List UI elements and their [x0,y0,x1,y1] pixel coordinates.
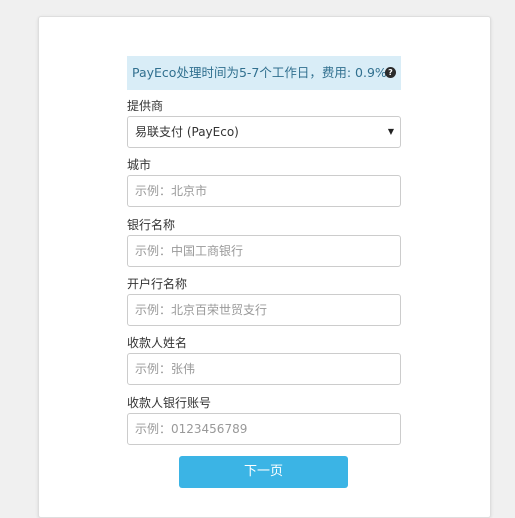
fee-info-text: PayEco处理时间为5-7个工作日，费用: 0.9% [132,65,387,80]
provider-label: 提供商 [127,99,164,113]
question-circle-icon[interactable]: ? [385,67,396,78]
bank-name-input[interactable]: 示例：中国工商银行 [127,235,401,267]
city-label: 城市 [127,158,152,172]
branch-name-input[interactable]: 示例：北京百荣世贸支行 [127,294,401,326]
bank-name-label: 银行名称 [127,218,176,232]
next-page-button[interactable]: 下一页 [179,456,348,488]
provider-selected-value: 易联支付 (PayEco) [135,125,239,139]
payee-account-input[interactable]: 示例：0123456789 [127,413,401,445]
branch-name-label: 开户行名称 [127,277,188,291]
city-input[interactable]: 示例：北京市 [127,175,401,207]
provider-select[interactable]: 易联支付 (PayEco) ▼ [127,116,401,148]
caret-down-icon: ▼ [387,127,394,136]
payee-name-label: 收款人姓名 [127,336,188,350]
payee-name-input[interactable]: 示例：张伟 [127,353,401,385]
fee-info-banner: PayEco处理时间为5-7个工作日，费用: 0.9% ? [127,56,401,90]
payee-account-label: 收款人银行账号 [127,396,212,410]
